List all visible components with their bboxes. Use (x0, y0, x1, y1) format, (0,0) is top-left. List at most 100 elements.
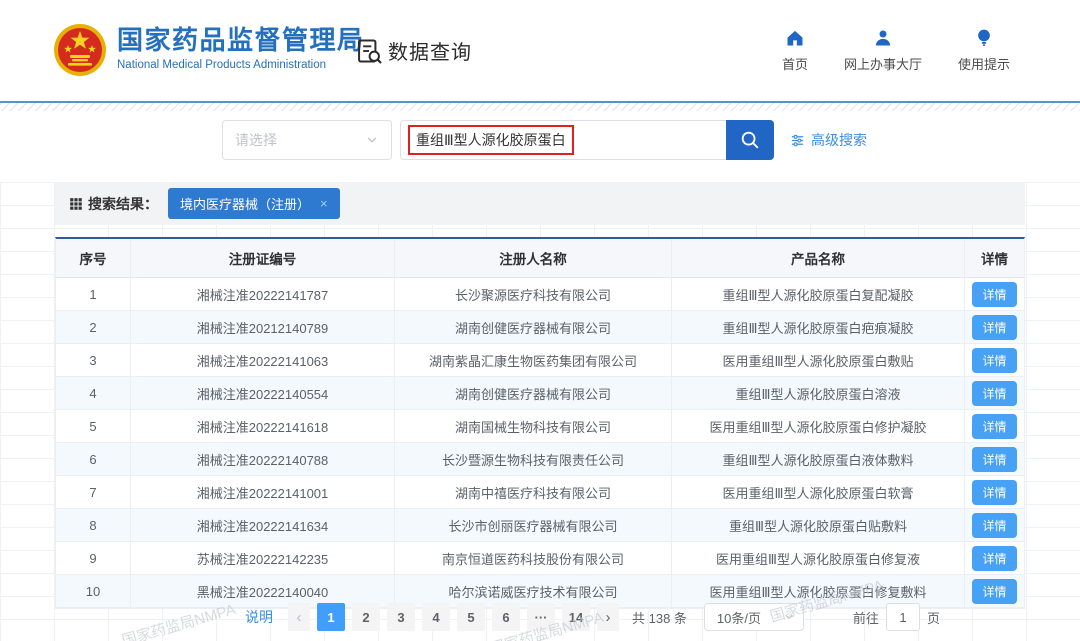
detail-button[interactable]: 详情 (972, 480, 1016, 505)
page-button[interactable]: 5 (457, 603, 485, 631)
table-row: 7 湘械注准20222141001 湖南中禧医疗科技有限公司 医用重组Ⅲ型人源化… (56, 476, 1024, 509)
detail-button[interactable]: 详情 (972, 513, 1016, 538)
cell-registrant-name: 湖南中禧医疗科技有限公司 (394, 476, 671, 508)
search-query-text: 重组Ⅲ型人源化胶原蛋白 (416, 132, 566, 148)
table-row: 8 湘械注准20222141634 长沙市创丽医疗器械有限公司 重组Ⅲ型人源化胶… (56, 509, 1024, 542)
cell-registration-number: 湘械注准20222140788 (130, 443, 394, 475)
page-button[interactable]: 2 (352, 603, 380, 631)
cell-registration-number: 苏械注准20222142235 (130, 542, 394, 574)
page-button[interactable]: 3 (387, 603, 415, 631)
cell-registration-number: 湘械注准20222140554 (130, 377, 394, 409)
cell-product-name: 重组Ⅲ型人源化胶原蛋白复配凝胶 (671, 278, 964, 310)
cell-index: 8 (56, 509, 130, 541)
cell-registrant-name: 湖南创健医疗器械有限公司 (394, 311, 671, 343)
table-row: 4 湘械注准20222140554 湖南创健医疗器械有限公司 重组Ⅲ型人源化胶原… (56, 377, 1024, 410)
detail-button[interactable]: 详情 (972, 315, 1016, 340)
page-button[interactable]: 14 (562, 603, 590, 631)
cell-index: 1 (56, 278, 130, 310)
cell-product-name: 重组Ⅲ型人源化胶原蛋白溶液 (671, 377, 964, 409)
grid-icon (69, 197, 83, 211)
cell-index: 5 (56, 410, 130, 442)
col-header-registration-number: 注册证编号 (130, 239, 394, 277)
results-label-wrap: 搜索结果： (69, 194, 158, 214)
col-header-detail: 详情 (964, 239, 1024, 277)
results-table: 序号 注册证编号 注册人名称 产品名称 详情 1 湘械注准20222141787… (55, 237, 1025, 609)
prev-page-button[interactable]: ‹ (288, 603, 310, 631)
national-emblem-logo (53, 23, 107, 77)
cell-index: 9 (56, 542, 130, 574)
page-size-value: 10条/页 (717, 608, 761, 627)
results-section: 搜索结果： 境内医疗器械（注册） × 序号 注册证编号 注册人名称 产品名称 详… (0, 182, 1080, 641)
cell-registrant-name: 长沙市创丽医疗器械有限公司 (394, 509, 671, 541)
cell-product-name: 医用重组Ⅲ型人源化胶原蛋白修护凝胶 (671, 410, 964, 442)
search-button[interactable] (726, 120, 774, 160)
nav-item-home[interactable]: 首页 (782, 28, 808, 73)
page-button[interactable]: 1 (317, 603, 345, 631)
close-icon[interactable]: × (320, 197, 328, 210)
cell-detail: 详情 (964, 344, 1024, 376)
red-annotation-box: 重组Ⅲ型人源化胶原蛋白 (408, 125, 574, 155)
results-label: 搜索结果： (88, 194, 158, 214)
cell-product-name: 医用重组Ⅲ型人源化胶原蛋白修复液 (671, 542, 964, 574)
national-emblem-icon (53, 23, 107, 77)
cell-registrant-name: 湖南国械生物科技有限公司 (394, 410, 671, 442)
advanced-search-link[interactable]: 高级搜索 (790, 120, 867, 160)
cell-product-name: 重组Ⅲ型人源化胶原蛋白疤痕凝胶 (671, 311, 964, 343)
header: 国家药品监督管理局 National Medical Products Admi… (0, 0, 1080, 101)
page-title: 数据查询 (388, 36, 472, 65)
next-page-button[interactable]: › (597, 603, 619, 631)
filter-sliders-icon (790, 133, 805, 148)
detail-button[interactable]: 详情 (972, 546, 1016, 571)
header-hatch-texture (0, 103, 1080, 111)
detail-button[interactable]: 详情 (972, 414, 1016, 439)
cell-product-name: 重组Ⅲ型人源化胶原蛋白贴敷料 (671, 509, 964, 541)
cell-detail: 详情 (964, 575, 1024, 607)
table-row: 5 湘械注准20222141618 湖南国械生物科技有限公司 医用重组Ⅲ型人源化… (56, 410, 1024, 443)
category-select-placeholder: 请选择 (235, 130, 277, 150)
cell-index: 10 (56, 575, 130, 607)
cell-registrant-name: 长沙暨源生物科技有限责任公司 (394, 443, 671, 475)
detail-button[interactable]: 详情 (972, 381, 1016, 406)
page-button[interactable]: 4 (422, 603, 450, 631)
cell-detail: 详情 (964, 542, 1024, 574)
nav-item-usage-tips[interactable]: 使用提示 (958, 28, 1010, 73)
table-row: 2 湘械注准20212140789 湖南创健医疗器械有限公司 重组Ⅲ型人源化胶原… (56, 311, 1024, 344)
cell-product-name: 医用重组Ⅲ型人源化胶原蛋白软膏 (671, 476, 964, 508)
bulb-icon (974, 28, 994, 48)
col-header-product-name: 产品名称 (671, 239, 964, 277)
detail-button[interactable]: 详情 (972, 282, 1016, 307)
goto-page-input[interactable] (886, 603, 920, 631)
search-input[interactable]: 重组Ⅲ型人源化胶原蛋白 (400, 120, 726, 160)
page-title-wrap: 数据查询 (355, 36, 472, 65)
search-row: 请选择 重组Ⅲ型人源化胶原蛋白 高级搜 (0, 120, 1080, 160)
page-button[interactable]: 6 (492, 603, 520, 631)
table-row: 1 湘械注准20222141787 长沙聚源医疗科技有限公司 重组Ⅲ型人源化胶原… (56, 278, 1024, 311)
cell-registration-number: 湘械注准20222141063 (130, 344, 394, 376)
cell-index: 6 (56, 443, 130, 475)
table-row: 9 苏械注准20222142235 南京恒道医药科技股份有限公司 医用重组Ⅲ型人… (56, 542, 1024, 575)
cell-detail: 详情 (964, 311, 1024, 343)
home-icon (785, 28, 805, 48)
page-size-select[interactable]: 10条/页 (704, 603, 804, 631)
detail-button[interactable]: 详情 (972, 447, 1016, 472)
nav-label: 使用提示 (958, 54, 1010, 73)
cell-index: 7 (56, 476, 130, 508)
nav-label: 首页 (782, 54, 808, 73)
goto-prefix: 前往 (853, 608, 879, 627)
nav-item-online-hall[interactable]: 网上办事大厅 (844, 28, 922, 73)
results-bar: 搜索结果： 境内医疗器械（注册） × (55, 182, 1025, 225)
cell-index: 2 (56, 311, 130, 343)
total-count: 共 138 条 (632, 608, 687, 627)
document-search-icon (355, 37, 383, 65)
page-button[interactable]: ··· (527, 603, 555, 631)
category-select[interactable]: 请选择 (222, 120, 392, 160)
detail-button[interactable]: 详情 (972, 579, 1016, 604)
top-nav: 首页 网上办事大厅 使用提示 (782, 28, 1010, 73)
chevron-down-icon (365, 133, 379, 147)
cell-detail: 详情 (964, 377, 1024, 409)
filter-tag[interactable]: 境内医疗器械（注册） × (168, 188, 340, 219)
cell-registrant-name: 湖南紫晶汇康生物医药集团有限公司 (394, 344, 671, 376)
detail-button[interactable]: 详情 (972, 348, 1016, 373)
note-link[interactable]: 说明 (245, 607, 273, 627)
cell-detail: 详情 (964, 443, 1024, 475)
